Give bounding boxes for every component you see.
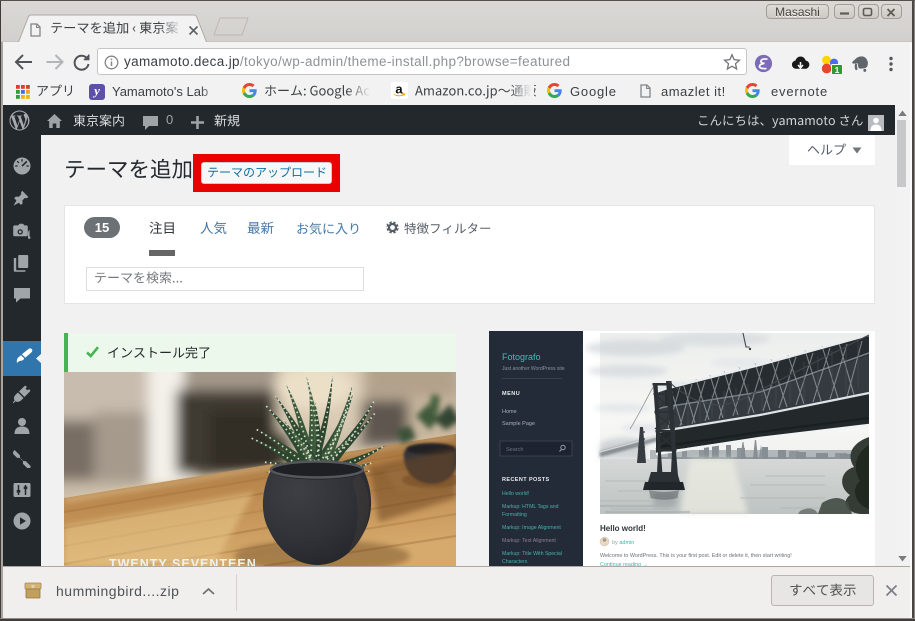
svg-text:Hello world!: Hello world! (600, 524, 646, 533)
svg-text:MENU: MENU (502, 391, 520, 397)
svg-text:Search: Search (506, 447, 523, 453)
svg-text:Markup: HTML Tags and: Markup: HTML Tags and (502, 504, 559, 510)
svg-text:Characters: Characters (502, 559, 528, 565)
svg-text:TWENTY SEVENTEEN: TWENTY SEVENTEEN (109, 557, 257, 566)
svg-text:a: a (395, 82, 403, 97)
svg-text:Fotografo: Fotografo (502, 352, 541, 362)
svg-text:Markup: Text Alignment: Markup: Text Alignment (502, 538, 556, 544)
svg-text:Welcome to WordPress. This is: Welcome to WordPress. This is your first… (600, 553, 792, 559)
svg-text:1: 1 (835, 65, 840, 74)
svg-text:Home: Home (502, 409, 517, 415)
svg-text:Sample Page: Sample Page (502, 421, 535, 427)
svg-text:Hello world!: Hello world! (502, 491, 529, 497)
svg-text:by admin: by admin (612, 540, 634, 546)
svg-text:Markup: Title With Special: Markup: Title With Special (502, 551, 562, 557)
svg-text:Markup: Image Alignment: Markup: Image Alignment (502, 525, 561, 531)
svg-text:Just another WordPress site: Just another WordPress site (502, 366, 565, 372)
svg-text:Formatting: Formatting (502, 512, 527, 518)
svg-text:RECENT POSTS: RECENT POSTS (502, 477, 550, 483)
